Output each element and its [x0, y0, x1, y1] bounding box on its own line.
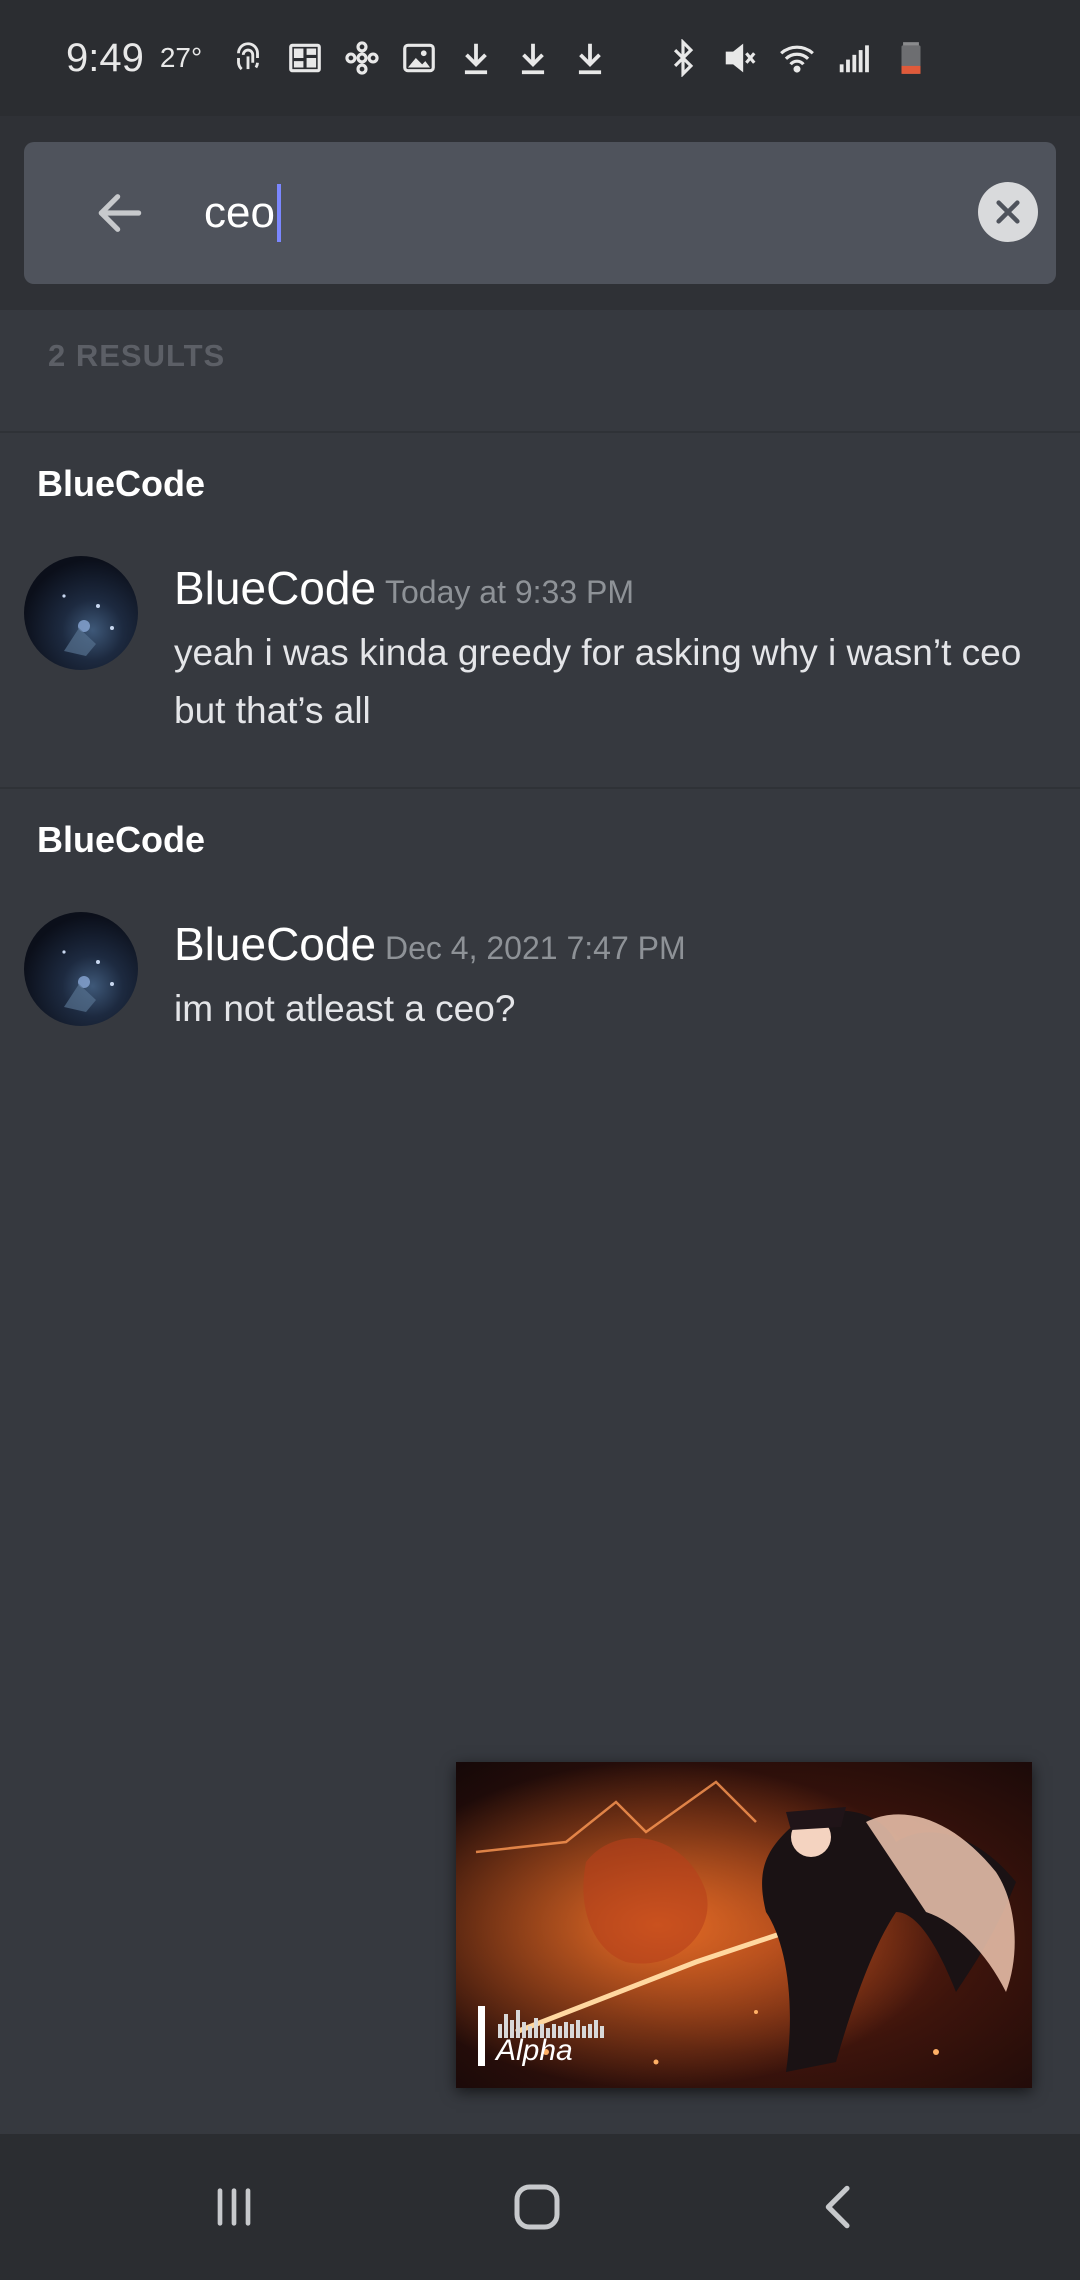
fingerprint-icon	[224, 34, 272, 82]
search-header: ceo	[0, 116, 1080, 310]
wifi-icon	[773, 34, 821, 82]
mute-icon	[716, 34, 764, 82]
divider	[0, 787, 1080, 789]
download-icon	[509, 34, 557, 82]
download-icon	[452, 34, 500, 82]
arrow-left-icon	[98, 194, 142, 232]
home-icon	[514, 2184, 560, 2230]
recents-button[interactable]	[194, 2172, 274, 2242]
message-author[interactable]: BlueCode	[174, 917, 376, 971]
search-bar: ceo	[24, 142, 1056, 284]
chevron-left-icon	[825, 2185, 850, 2229]
message-text[interactable]: yeah i was kinda greedy for asking why i…	[174, 624, 1064, 740]
results-count: 2 RESULTS	[48, 338, 226, 373]
battery-icon	[887, 34, 935, 82]
divider	[0, 431, 1080, 433]
bluetooth-icon	[659, 34, 707, 82]
clear-search-button[interactable]	[978, 182, 1038, 242]
video-title: Alpha	[496, 2034, 573, 2067]
gallery-stack-icon	[281, 34, 329, 82]
result-channel-name[interactable]: BlueCode	[37, 819, 205, 861]
search-query: ceo	[204, 188, 275, 237]
avatar[interactable]	[24, 556, 138, 670]
pinwheel-icon	[338, 34, 386, 82]
navigation-bar	[0, 2134, 1080, 2280]
status-temperature: 27°	[159, 42, 203, 73]
text-caret	[276, 184, 281, 242]
signal-icon	[830, 34, 878, 82]
video-thumbnail[interactable]: Alpha	[456, 1762, 1032, 2088]
search-input[interactable]: ceo	[180, 170, 940, 256]
back-nav-button[interactable]	[800, 2172, 880, 2242]
back-button[interactable]	[76, 178, 164, 248]
message-timestamp: Dec 4, 2021 7:47 PM	[385, 930, 686, 966]
image-icon	[395, 34, 443, 82]
message-author[interactable]: BlueCode	[174, 561, 376, 615]
result-channel-name[interactable]: BlueCode	[37, 463, 205, 505]
download-icon	[566, 34, 614, 82]
avatar[interactable]	[24, 912, 138, 1026]
message-timestamp: Today at 9:33 PM	[385, 574, 635, 610]
message-text[interactable]: im not atleast a ceo?	[174, 980, 1064, 1038]
recents-icon	[217, 2188, 251, 2226]
status-time: 9:49	[66, 35, 144, 80]
close-icon	[996, 200, 1020, 224]
status-bar: 9:49 27°	[0, 0, 1080, 116]
home-button[interactable]	[497, 2172, 577, 2242]
